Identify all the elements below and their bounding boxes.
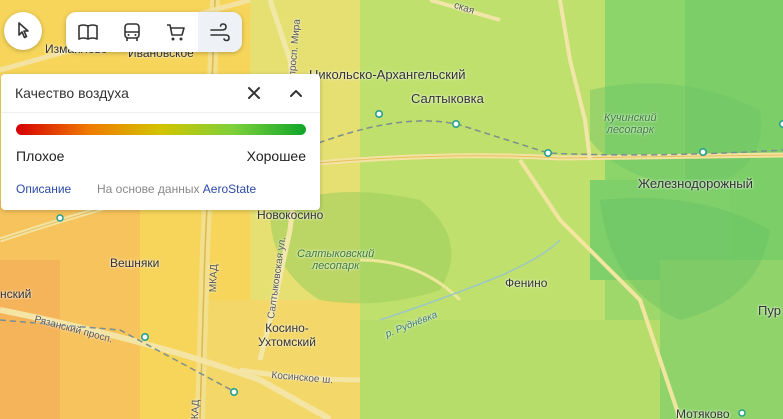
place-kosino: Косино- Ухтомский <box>258 321 316 349</box>
place-motyakovo: Мотяково <box>676 407 730 419</box>
close-icon <box>248 87 260 99</box>
place-kinsky-partial: нский <box>0 287 32 301</box>
source-link[interactable]: AeroState <box>203 182 256 196</box>
panel-header: Качество воздуха <box>1 74 320 113</box>
road-mkad-lower: КАД <box>190 399 202 419</box>
place-saltykovsky-park: Салтыковский лесопарк <box>297 248 375 272</box>
cursor-arrow-icon <box>18 22 29 39</box>
place-saltykovka: Салтыковка <box>411 91 484 106</box>
data-source: На основе данных AeroState <box>97 182 256 196</box>
source-prefix: На основе данных <box>97 182 200 196</box>
map-book-icon <box>78 24 98 40</box>
panel-title: Качество воздуха <box>15 85 129 101</box>
layer-map-button[interactable] <box>66 12 110 52</box>
layer-air-quality-button[interactable] <box>198 12 242 52</box>
collapse-button[interactable] <box>286 83 306 103</box>
place-pur-partial: Пур <box>758 303 781 318</box>
place-kuchinsky-park: Кучинский лесопарк <box>604 112 657 136</box>
close-button[interactable] <box>244 83 264 103</box>
place-fenino: Фенино <box>505 276 548 290</box>
place-veshnyaki: Вешняки <box>110 256 160 270</box>
place-nikolsko: Никольско-Архангельский <box>309 67 466 82</box>
layer-shops-button[interactable] <box>154 12 198 52</box>
cart-icon <box>167 24 185 41</box>
layer-transport-button[interactable] <box>110 12 154 52</box>
chevron-up-icon <box>290 90 302 97</box>
locate-button[interactable] <box>4 12 42 50</box>
scale-bad-label: Плохое <box>16 148 65 164</box>
bus-icon <box>124 23 140 41</box>
place-novokosino: Новокосино <box>257 208 324 222</box>
air-quality-scale <box>16 124 306 135</box>
description-link[interactable]: Описание <box>16 182 71 196</box>
road-mkad: МКАД <box>208 264 220 293</box>
scale-good-label: Хорошее <box>246 148 306 164</box>
air-quality-panel: Качество воздуха Плохое Хорошее Описание… <box>1 74 320 210</box>
place-zheleznodorozhny: Железнодорожный <box>638 176 753 191</box>
layers-toolbar <box>66 12 242 52</box>
wind-icon <box>210 23 230 42</box>
